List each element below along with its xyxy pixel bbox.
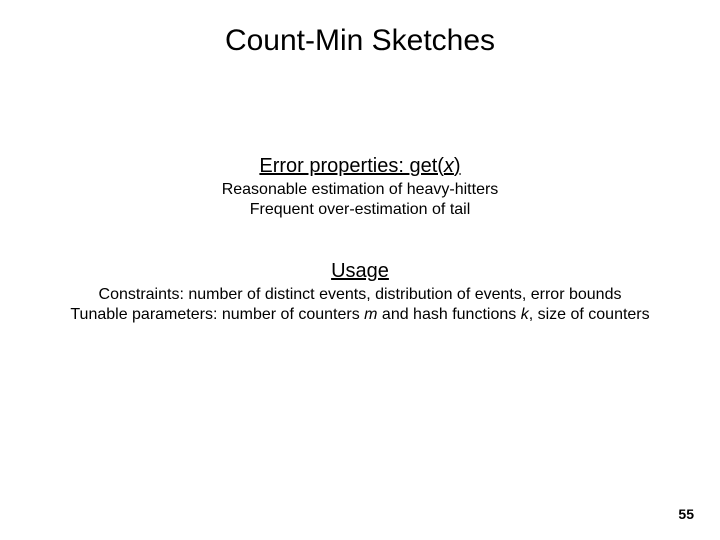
error-properties-heading: Error properties: get(x) <box>0 155 720 178</box>
constraints-label: Constraints: <box>99 286 189 303</box>
heading-fn: get( <box>409 155 443 177</box>
heading-prefix: Error properties: <box>259 155 409 177</box>
tunable-post: , size of counters <box>529 306 650 323</box>
page-number: 55 <box>678 506 694 522</box>
slide-title: Count-Min Sketches <box>0 24 720 58</box>
constraints-text: number of distinct events, distribution … <box>188 286 621 303</box>
tunable-pre: number of counters <box>222 306 364 323</box>
usage-body: Constraints: number of distinct events, … <box>0 285 720 325</box>
tunable-mid: and hash functions <box>377 306 520 323</box>
tunable-k: k <box>521 306 529 323</box>
heading-suffix: ) <box>454 155 461 177</box>
usage-block: Usage Constraints: number of distinct ev… <box>0 260 720 325</box>
tunable-m: m <box>364 306 377 323</box>
error-properties-block: Error properties: get(x) Reasonable esti… <box>0 155 720 220</box>
error-line-1: Reasonable estimation of heavy-hitters <box>0 180 720 200</box>
error-line-2: Frequent over-estimation of tail <box>0 200 720 220</box>
tunable-label: Tunable parameters: <box>70 306 221 323</box>
usage-heading: Usage <box>0 260 720 283</box>
heading-arg: x <box>444 155 454 177</box>
slide: Count-Min Sketches Error properties: get… <box>0 0 720 540</box>
